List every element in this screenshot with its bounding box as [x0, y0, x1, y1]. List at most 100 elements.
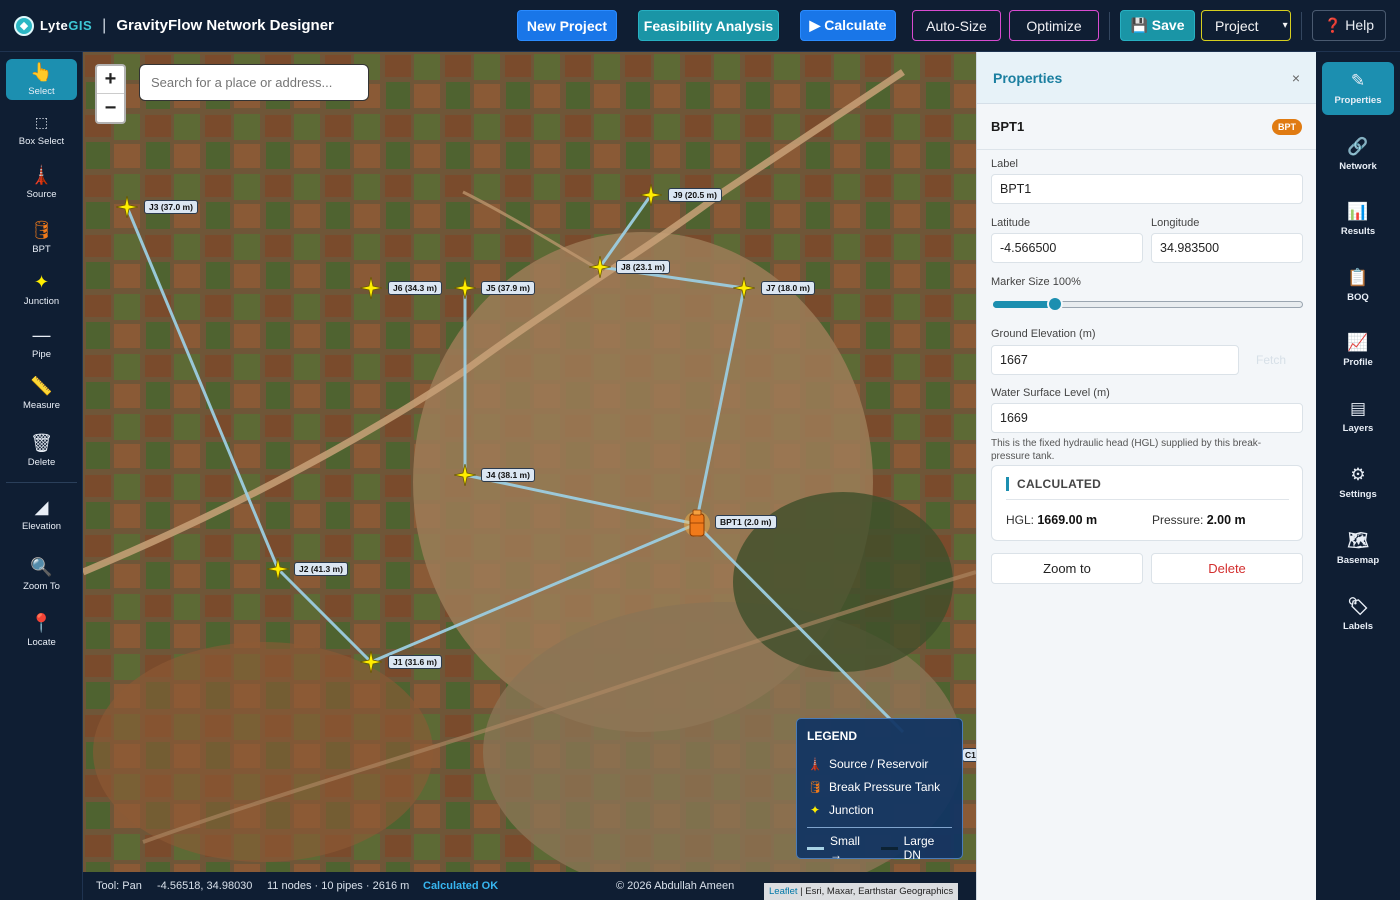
link-icon: 🔗 [1347, 136, 1369, 156]
water-tower-icon: 🗼 [807, 756, 823, 771]
bar-chart-icon: 📊 [1347, 201, 1369, 221]
node-label-j3: J3 (37.0 m) [144, 200, 198, 214]
app-title: GravityFlow Network Designer [116, 17, 334, 34]
brand: ◆ LyteGIS | GravityFlow Network Designer [0, 15, 334, 36]
tank-icon: 🛢 [30, 219, 53, 240]
legend-pipe-scale: Small → Large DN [807, 834, 952, 862]
chevron-down-icon: ▾ [1282, 20, 1288, 31]
tool-label: Junction [23, 295, 60, 307]
auto-size-button[interactable]: Auto-Size [912, 10, 1001, 41]
tab-results[interactable]: 📊 Results [1322, 197, 1394, 241]
fetch-elevation-button[interactable]: Fetch [1242, 345, 1300, 375]
pointer-hand-icon: 👆 [30, 62, 53, 82]
tab-properties[interactable]: ✎ Properties [1322, 62, 1394, 115]
node-label-j9: J9 (20.5 m) [668, 188, 722, 202]
save-button[interactable]: 💾 Save [1120, 10, 1195, 41]
label-input[interactable] [991, 174, 1303, 204]
search-input[interactable] [139, 64, 369, 101]
tool-label: Elevation [21, 520, 62, 532]
help-button[interactable]: ❓ Help [1312, 10, 1386, 41]
tab-profile[interactable]: 📈 Profile [1322, 328, 1394, 372]
calculate-button[interactable]: ▶ Calculate [800, 10, 896, 41]
tab-layers[interactable]: ▤ Layers [1322, 394, 1394, 438]
new-project-button[interactable]: New Project [517, 10, 617, 41]
tab-labels[interactable]: 🏷 Labels [1322, 592, 1394, 636]
latitude-input[interactable] [991, 233, 1143, 263]
junction-marker-j1[interactable] [360, 651, 382, 673]
junction-marker-j4[interactable] [454, 464, 476, 486]
ruler-icon: 📏 [30, 375, 53, 396]
map-canvas[interactable]: + − J3 (37.0 m) J9 (20.5 m) J8 (23.1 m) … [83, 52, 976, 872]
legend-item-label: Junction [829, 802, 874, 817]
tab-label: Basemap [1336, 554, 1380, 566]
water-surface-input[interactable] [991, 403, 1303, 433]
optimize-button[interactable]: Optimize [1009, 10, 1099, 41]
tool-delete[interactable]: 🗑 Delete [6, 430, 77, 470]
small-pipe-label: Small → [829, 834, 860, 862]
zoom-out-button[interactable]: − [97, 94, 124, 122]
slider-thumb[interactable] [1047, 296, 1063, 312]
tool-bpt[interactable]: 🛢 BPT [6, 218, 77, 256]
tab-network[interactable]: 🔗 Network [1322, 132, 1394, 176]
basemap-stack-icon: 🗺 [1347, 530, 1369, 550]
pencil-icon: ✎ [1350, 71, 1366, 90]
label-field-label: Label [991, 158, 1018, 170]
tool-junction[interactable]: ✦ Junction [6, 270, 77, 308]
ground-elevation-label: Ground Elevation (m) [991, 328, 1096, 340]
toolbar-divider [1109, 12, 1110, 40]
legend-item-source: 🗼 Source / Reservoir [807, 752, 952, 775]
junction-marker-j6[interactable] [360, 277, 382, 299]
pressure-label: Pressure: [1152, 513, 1204, 527]
junction-marker-j3[interactable] [116, 196, 138, 218]
bpt-marker-bpt1[interactable] [684, 508, 710, 540]
longitude-input[interactable] [1151, 233, 1303, 263]
small-pipe-swatch [807, 846, 824, 850]
pipe-line-icon: — [32, 324, 51, 345]
tool-select[interactable]: 👆 Select [6, 59, 77, 100]
node-label-j8: J8 (23.1 m) [616, 260, 670, 274]
tab-settings[interactable]: ⚙ Settings [1322, 460, 1394, 504]
leaflet-link[interactable]: Leaflet [769, 886, 798, 897]
water-surface-label: Water Surface Level (m) [991, 387, 1110, 399]
marker-size-slider[interactable] [993, 296, 1303, 312]
junction-marker-j5[interactable] [454, 277, 476, 299]
close-icon[interactable]: × [1292, 70, 1300, 86]
tool-label: Zoom To [23, 580, 60, 592]
tool-zoom-to[interactable]: 🔍 Zoom To [6, 554, 77, 594]
tab-boq[interactable]: 📋 BOQ [1322, 263, 1394, 307]
tool-label: Locate [27, 636, 56, 648]
tool-label: Source [26, 188, 57, 200]
line-chart-icon: 📈 [1347, 332, 1369, 352]
tank-icon: 🛢 [807, 779, 823, 794]
junction-marker-j2[interactable] [267, 558, 289, 580]
lytegis-logo-icon: ◆ [14, 15, 34, 36]
right-rail: ✎ Properties 🔗 Network 📊 Results 📋 BOQ 📈… [1316, 52, 1400, 900]
junction-star-icon: ✦ [809, 802, 821, 817]
zoom-to-button[interactable]: Zoom to [991, 553, 1143, 584]
node-label-bpt1: BPT1 (2.0 m) [715, 515, 777, 529]
map-attribution: Leaflet | Esri, Maxar, Earthstar Geograp… [764, 883, 959, 900]
ground-elevation-input[interactable] [991, 345, 1239, 375]
zoom-in-button[interactable]: + [97, 66, 124, 94]
tool-measure[interactable]: 📏 Measure [6, 374, 77, 412]
tool-box-select[interactable]: ⬚ Box Select [6, 112, 77, 147]
tool-locate[interactable]: 📍 Locate [6, 610, 77, 650]
tool-elevation[interactable]: ◢ Elevation [6, 494, 77, 534]
delete-button[interactable]: Delete [1151, 553, 1303, 584]
node-label-j4: J4 (38.1 m) [481, 468, 535, 482]
tool-source[interactable]: 🗼 Source [6, 160, 77, 204]
tab-label: Results [1340, 225, 1376, 237]
tool-pipe[interactable]: — Pipe [6, 324, 77, 360]
tab-basemap[interactable]: 🗺 Basemap [1322, 526, 1394, 570]
junction-marker-j9[interactable] [640, 184, 662, 206]
clipboard-icon: 📋 [1347, 267, 1369, 287]
project-dropdown[interactable]: Project ▾ [1201, 10, 1291, 41]
status-tool: Tool: Pan [96, 880, 142, 892]
junction-marker-j7[interactable] [733, 277, 755, 299]
tab-label: Profile [1343, 356, 1373, 368]
feasibility-analysis-button[interactable]: Feasibility Analysis [638, 10, 779, 41]
node-label-j5: J5 (37.9 m) [481, 281, 535, 295]
junction-marker-j8[interactable] [589, 256, 611, 278]
properties-header: Properties × [977, 52, 1316, 104]
marker-size-label: Marker Size 100% [991, 276, 1081, 288]
